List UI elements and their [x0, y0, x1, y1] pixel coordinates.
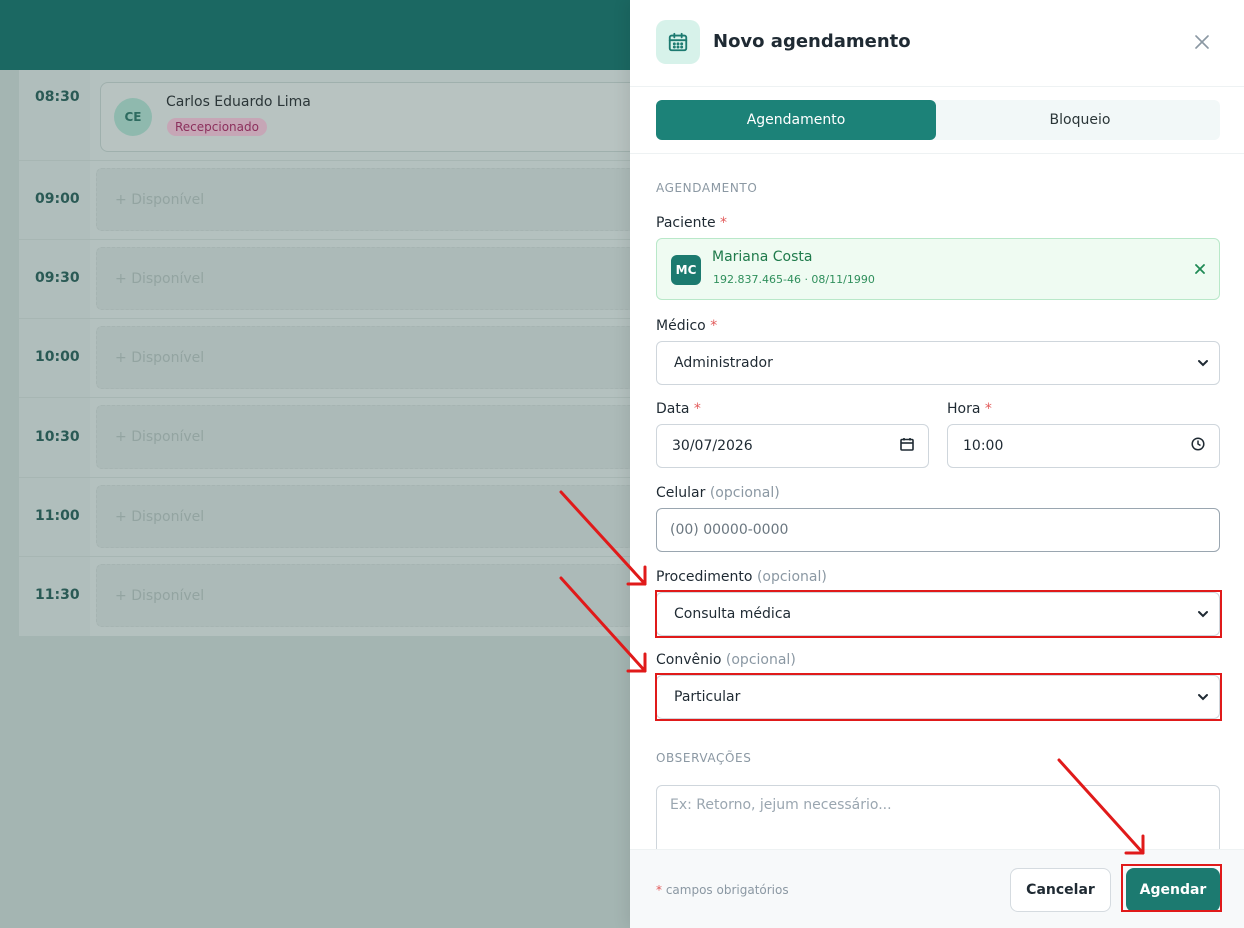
- calendar-picker-icon[interactable]: [900, 437, 914, 455]
- schedule-row: 08:30 CE Carlos Eduardo Lima Recepcionad…: [19, 70, 660, 161]
- plus-icon: +: [115, 429, 132, 445]
- slot-label: Disponível: [131, 508, 205, 525]
- plus-icon: +: [115, 270, 132, 287]
- schedule-row: 10:00 + Disponível: [19, 319, 659, 398]
- divider: [630, 153, 1244, 154]
- time-label: 11:00: [35, 508, 80, 524]
- selected-patient-card: MC Mariana Costa 192.837.465-46 · 08/11/…: [656, 238, 1220, 300]
- plus-icon: +: [115, 587, 132, 604]
- drawer-title: Novo agendamento: [713, 31, 911, 52]
- schedule-grid: 08:30 CE Carlos Eduardo Lima Recepcionad…: [19, 70, 660, 636]
- available-slot[interactable]: + Disponível: [96, 247, 656, 310]
- appointment-card[interactable]: CE Carlos Eduardo Lima Recepcionado: [100, 82, 660, 152]
- available-slot[interactable]: + Disponível: [96, 326, 656, 389]
- time-label: 10:30: [35, 429, 80, 445]
- patient-name: Mariana Costa: [712, 249, 813, 265]
- doctor-label: Médico *: [656, 318, 718, 334]
- drawer-header: Novo agendamento: [630, 0, 1244, 87]
- chevron-down-icon: [1197, 355, 1209, 371]
- schedule-row: 09:00 + Disponível: [19, 161, 659, 240]
- remove-patient-icon[interactable]: [1189, 258, 1211, 280]
- close-icon[interactable]: [1189, 29, 1215, 55]
- slot-label: Disponível: [131, 270, 205, 287]
- plus-icon: +: [115, 508, 132, 525]
- doctor-select[interactable]: Administrador: [656, 341, 1220, 385]
- patient-label: Paciente *: [656, 215, 728, 231]
- time-label: 11:30: [35, 587, 80, 603]
- slot-label: Disponível: [131, 429, 205, 445]
- required-footnote: * campos obrigatórios: [656, 883, 789, 897]
- tab-bloqueio[interactable]: Bloqueio: [940, 100, 1220, 140]
- highlight-insurance: [655, 673, 1222, 721]
- date-label: Data *: [656, 401, 701, 417]
- date-input[interactable]: 30/07/2026: [656, 424, 929, 468]
- calendar-icon: [656, 20, 700, 64]
- date-value: 30/07/2026: [672, 438, 753, 454]
- status-badge: Recepcionado: [167, 118, 267, 136]
- new-appointment-drawer: Novo agendamento Agendamento Bloqueio AG…: [630, 0, 1244, 928]
- plus-icon: +: [115, 191, 132, 208]
- available-slot[interactable]: + Disponível: [96, 485, 656, 548]
- insurance-label: Convênio (opcional): [656, 652, 796, 668]
- highlight-schedule-button: [1121, 864, 1222, 912]
- schedule-row: 09:30 + Disponível: [19, 240, 659, 319]
- tab-agendamento[interactable]: Agendamento: [656, 100, 936, 140]
- schedule-row: 11:30 + Disponível: [19, 557, 659, 636]
- phone-label: Celular (opcional): [656, 485, 780, 501]
- available-slot[interactable]: + Disponível: [96, 564, 656, 627]
- time-label: 08:30: [35, 89, 80, 105]
- plus-icon: +: [115, 349, 132, 366]
- highlight-procedure: [655, 590, 1222, 638]
- slot-label: Disponível: [131, 191, 205, 208]
- time-label: Hora *: [947, 401, 992, 417]
- time-input[interactable]: 10:00: [947, 424, 1220, 468]
- time-label: 09:00: [35, 191, 80, 207]
- slot-label: Disponível: [131, 349, 205, 366]
- avatar: CE: [114, 98, 152, 136]
- mode-tabs: Agendamento Bloqueio: [656, 100, 1220, 140]
- phone-input[interactable]: [656, 508, 1220, 552]
- procedure-label: Procedimento (opcional): [656, 569, 827, 585]
- time-label: 10:00: [35, 349, 80, 365]
- schedule-row: 11:00 + Disponível: [19, 478, 659, 557]
- avatar: MC: [671, 255, 701, 285]
- section-title-agendamento: AGENDAMENTO: [656, 181, 758, 195]
- schedule-row: 10:30 + Disponível: [19, 398, 659, 478]
- clock-icon[interactable]: [1191, 437, 1205, 455]
- slot-label: Disponível: [131, 587, 205, 604]
- available-slot[interactable]: + Disponível: [96, 405, 656, 469]
- cancel-button[interactable]: Cancelar: [1010, 868, 1111, 912]
- appointment-patient-name: Carlos Eduardo Lima: [166, 94, 311, 110]
- patient-meta: 192.837.465-46 · 08/11/1990: [713, 273, 875, 286]
- time-label: 09:30: [35, 270, 80, 286]
- time-value: 10:00: [963, 438, 1004, 454]
- available-slot[interactable]: + Disponível: [96, 168, 656, 231]
- section-title-observacoes: OBSERVAÇÕES: [656, 751, 752, 765]
- doctor-select-value: Administrador: [674, 355, 773, 371]
